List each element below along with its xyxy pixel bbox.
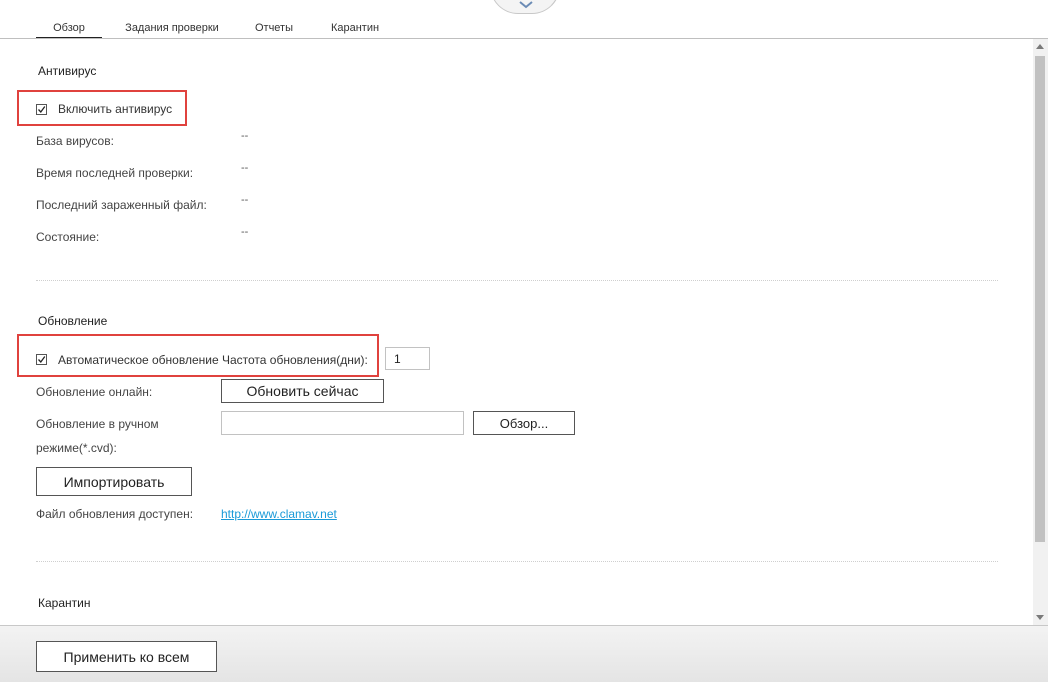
virus-db-label: База вирусов: xyxy=(36,134,114,148)
scroll-thumb[interactable] xyxy=(1035,56,1045,542)
last-infected-file-value: -- xyxy=(241,194,249,206)
apply-to-all-button[interactable]: Применить ко всем xyxy=(36,641,217,672)
tab-reports[interactable]: Отчеты xyxy=(246,17,302,39)
section-divider xyxy=(36,561,998,562)
checkmark-icon xyxy=(38,356,46,364)
tab-quarantine[interactable]: Карантин xyxy=(326,17,384,39)
enable-antivirus-label: Включить антивирус xyxy=(58,102,173,116)
scroll-up-arrow-icon[interactable] xyxy=(1036,44,1044,49)
update-section-title: Обновление xyxy=(38,314,108,328)
status-value: -- xyxy=(241,226,249,238)
manual-update-label-line1: Обновление в ручном xyxy=(36,417,159,431)
tab-scan-jobs[interactable]: Задания проверки xyxy=(122,17,222,39)
import-button[interactable]: Импортировать xyxy=(36,467,192,496)
section-divider xyxy=(36,280,998,281)
online-update-label: Обновление онлайн: xyxy=(36,385,153,399)
tab-overview[interactable]: Обзор xyxy=(36,17,102,39)
chevron-down-icon xyxy=(519,1,533,9)
update-file-available-label: Файл обновления доступен: xyxy=(36,507,194,521)
overview-panel: Антивирус Включить антивирус База вирусо… xyxy=(0,39,1033,625)
manual-update-label-line2: режиме(*.cvd): xyxy=(36,441,117,455)
footer-bar: Применить ко всем xyxy=(0,625,1048,682)
update-now-button[interactable]: Обновить сейчас xyxy=(221,379,384,403)
antivirus-section-title: Антивирус xyxy=(38,64,97,78)
manual-update-file-input[interactable] xyxy=(221,411,464,435)
auto-update-checkbox[interactable] xyxy=(36,354,47,365)
checkmark-icon xyxy=(38,106,46,114)
browse-button[interactable]: Обзор... xyxy=(473,411,575,435)
last-scan-value: -- xyxy=(241,162,249,174)
collapse-handle[interactable] xyxy=(490,0,560,14)
scroll-down-arrow-icon[interactable] xyxy=(1036,615,1044,620)
status-label: Состояние: xyxy=(36,230,100,244)
clamav-link[interactable]: http://www.clamav.net xyxy=(221,507,337,521)
last-infected-file-label: Последний зараженный файл: xyxy=(36,198,207,212)
virus-db-value: -- xyxy=(241,130,249,142)
antivirus-settings-window: Обзор Задания проверки Отчеты Карантин А… xyxy=(0,0,1048,682)
auto-update-label: Автоматическое обновление Частота обновл… xyxy=(58,353,368,367)
update-frequency-input[interactable] xyxy=(385,347,430,370)
last-scan-label: Время последней проверки: xyxy=(36,166,194,180)
enable-antivirus-checkbox[interactable] xyxy=(36,104,47,115)
vertical-scrollbar[interactable] xyxy=(1033,39,1048,625)
quarantine-section-title: Карантин xyxy=(38,596,91,610)
